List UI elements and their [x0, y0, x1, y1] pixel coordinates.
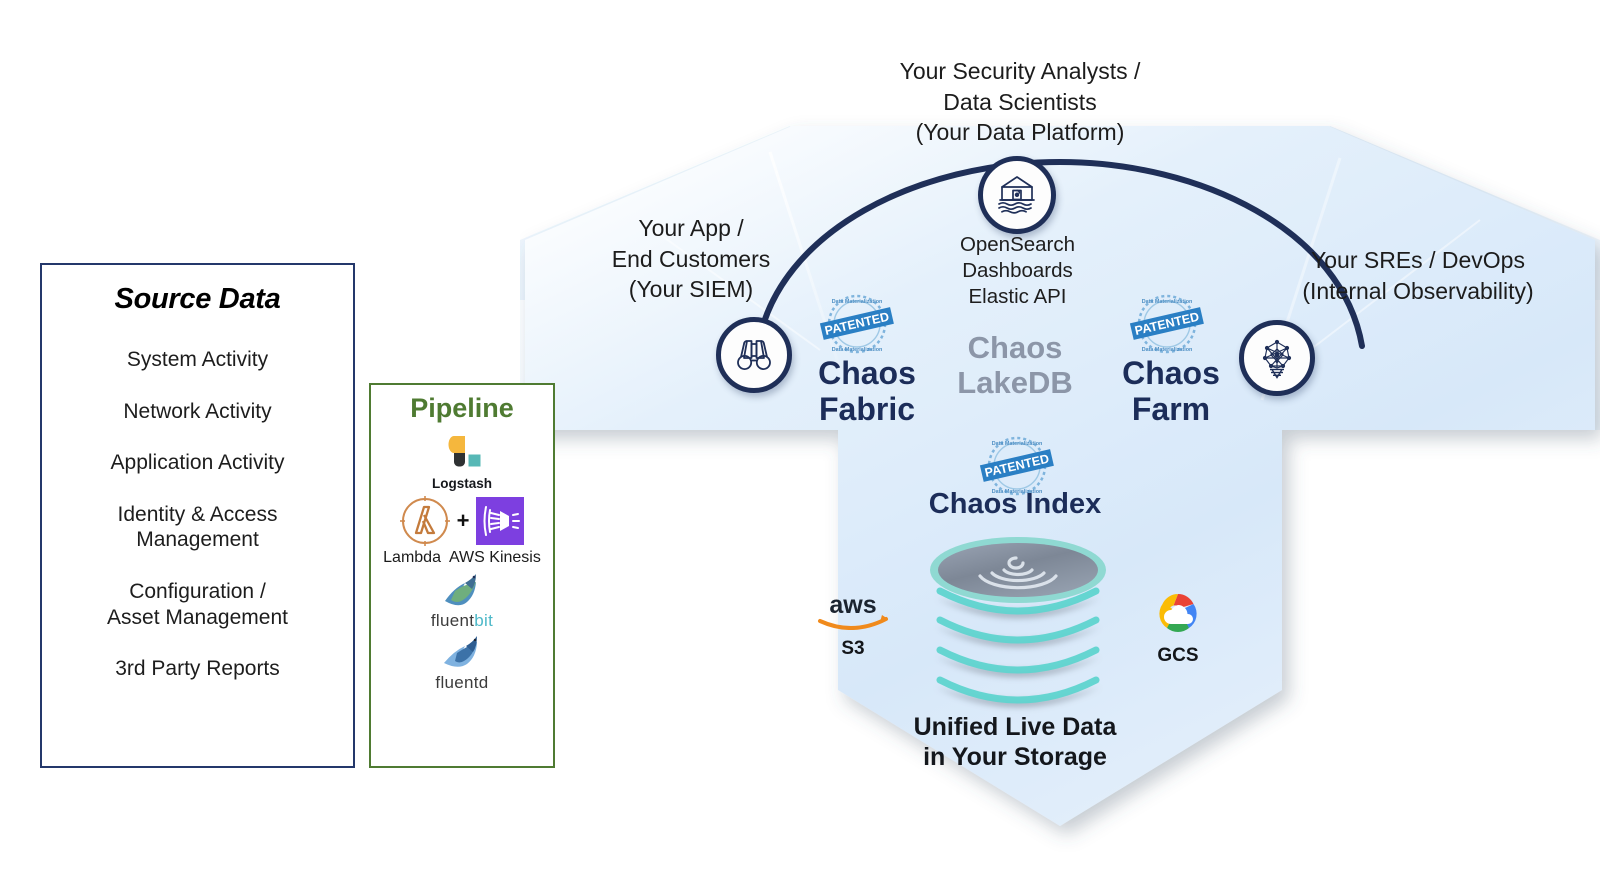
aws-wordmark-icon: aws — [818, 591, 888, 631]
patented-badge-index: Data Materialization Data Materializatio… — [979, 436, 1054, 496]
badge-ring-text-bottom: Data Materialization — [832, 347, 883, 353]
badge-ring-text-top: Data Materialization — [992, 441, 1043, 447]
source-item-network-activity: Network Activity — [123, 399, 272, 423]
pipeline-item-lambda-kinesis[interactable]: + Lambda AWS Kinesis — [383, 495, 541, 567]
label-security-analysts: Your Security Analysts / Data Scientists(… — [899, 58, 1141, 146]
logstash-label: Logstash — [431, 476, 492, 491]
aws-wordmark-text: aws — [829, 592, 876, 619]
badge-text: PATENTED — [983, 452, 1050, 480]
source-item-identity-access-management: Identity & Access Management — [117, 502, 278, 552]
gcs-logo: GCS — [1138, 590, 1218, 667]
fluentbit-suffix: bit — [474, 611, 494, 630]
product-chaos-lakedb: Chaos LakeDB — [957, 330, 1073, 401]
pipeline-item-fluentbit[interactable]: fluentbit — [431, 571, 493, 631]
label-your-app: Your App / End Customers (Your SIEM) — [611, 215, 771, 303]
google-cloud-icon — [1159, 594, 1197, 633]
plus-symbol: + — [456, 508, 470, 533]
product-chaos-farm: Chaos Farm — [1122, 355, 1220, 428]
logstash-icon — [448, 436, 481, 467]
aws-lambda-icon — [399, 496, 450, 546]
lambda-label: Lambda — [383, 549, 441, 566]
badge-ring-text-top: Data Materialization — [832, 299, 883, 305]
aws-kinesis-label: AWS Kinesis — [448, 549, 541, 566]
fluentd-icon — [444, 636, 477, 667]
aws-kinesis-icon — [476, 497, 525, 545]
source-data-title: Source Data — [114, 283, 281, 315]
aws-s3-label: S3 — [841, 638, 865, 659]
fluentbit-label: fluentbit — [431, 611, 493, 631]
badge-text: PATENTED — [823, 310, 890, 338]
network-graph-icon — [1262, 339, 1292, 379]
source-data-panel: Source Data System Activity Network Acti… — [40, 263, 355, 768]
label-your-sres: Your SREs / DevOps (Internal Observabilit… — [1302, 247, 1534, 304]
data-lake-stack-icon — [930, 537, 1106, 707]
source-item-configuration-asset-management: Configuration / Asset Management — [107, 580, 288, 629]
node-your-app[interactable] — [716, 317, 792, 393]
badge-text: PATENTED — [1133, 310, 1200, 338]
pipeline-item-logstash[interactable]: Logstash — [432, 434, 492, 491]
diagram-canvas: Your Security Analysts / Data Scientists(… — [0, 0, 1600, 886]
source-item-application-activity: Application Activity — [110, 451, 285, 475]
pipeline-item-fluentd[interactable]: fluentd — [435, 635, 488, 693]
label-unified-live-data: Unified Live Data in Your Storage — [913, 713, 1117, 771]
source-item-3rd-party-reports: 3rd Party Reports — [115, 657, 280, 681]
fluentd-label: fluentd — [435, 673, 489, 692]
fluentbit-icon — [445, 574, 476, 606]
patented-badge-farm: Data Materialization Data Materializatio… — [1129, 294, 1204, 354]
gcs-label: GCS — [1157, 645, 1199, 666]
source-item-system-activity: System Activity — [126, 348, 269, 371]
badge-ring-text-bottom: Data Materialization — [992, 489, 1043, 495]
label-api-stack: OpenSearch Dashboards Elastic API — [959, 233, 1076, 308]
patented-badge-fabric: Data Materialization Data Materializatio… — [819, 294, 894, 354]
badge-ring-text-bottom: Data Materialization — [1142, 347, 1193, 353]
lakehouse-icon — [998, 176, 1035, 214]
badge-ring-text-top: Data Materialization — [1142, 299, 1193, 305]
pipeline-panel: Pipeline Logstash + Lambda AWS Kinesis f… — [369, 383, 555, 768]
node-opensearch[interactable] — [978, 156, 1056, 234]
fluentbit-prefix: fluent — [430, 611, 475, 630]
pipeline-title: Pipeline — [410, 393, 514, 423]
binoculars-icon — [737, 340, 771, 370]
aws-s3-logo: aws S3 — [808, 591, 898, 660]
